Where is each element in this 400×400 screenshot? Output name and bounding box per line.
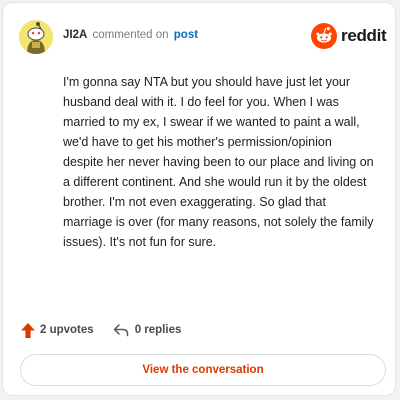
upvote-count: 2 upvotes bbox=[40, 324, 94, 336]
upvote-button[interactable]: 2 upvotes bbox=[21, 322, 94, 338]
reddit-wordmark: reddit bbox=[341, 26, 387, 45]
upvote-arrow-icon bbox=[21, 322, 35, 338]
reddit-logo-icon bbox=[311, 23, 337, 49]
user-avatar[interactable] bbox=[19, 20, 53, 54]
reply-button[interactable]: 0 replies bbox=[113, 323, 182, 337]
reddit-brand[interactable]: reddit bbox=[311, 23, 387, 49]
snoo-avatar-icon bbox=[19, 20, 53, 54]
username[interactable]: JI2A bbox=[63, 29, 87, 41]
comment-actions: 2 upvotes 0 replies bbox=[21, 321, 181, 339]
header-verb: commented on bbox=[92, 29, 169, 41]
reply-arrow-icon bbox=[113, 324, 128, 337]
comment-header: JI2A commented on post bbox=[63, 29, 198, 41]
post-link[interactable]: post bbox=[174, 29, 198, 41]
reply-count: 0 replies bbox=[134, 324, 182, 336]
comment-card: JI2A commented on post reddit I'm gonna … bbox=[2, 2, 396, 396]
comment-body: I'm gonna say NTA but you should have ju… bbox=[63, 75, 374, 249]
view-conversation-button[interactable]: View the conversation bbox=[20, 354, 386, 386]
